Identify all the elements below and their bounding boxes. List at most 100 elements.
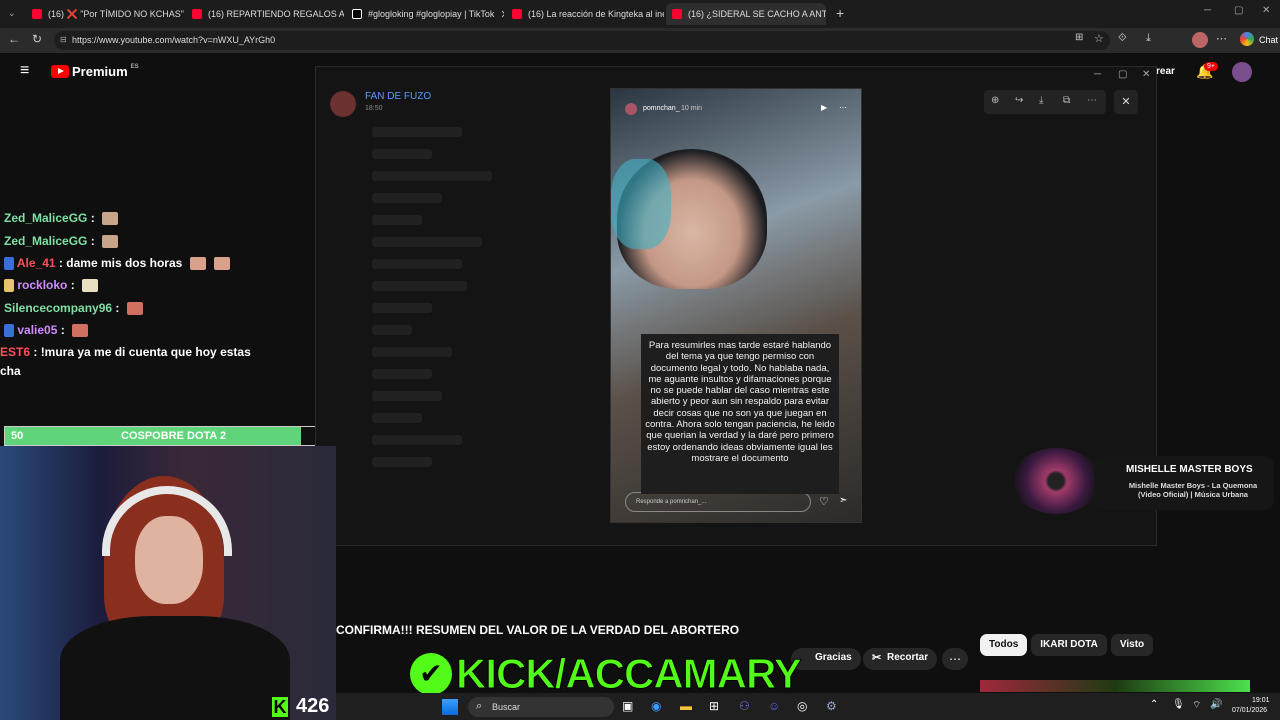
discord-username[interactable]: FAN DE FUZO [365, 91, 431, 102]
webcam-feed [0, 446, 336, 720]
badge-icon [4, 257, 14, 271]
tab-label: (16) ¿SIDERAL SE CACHO A ANTO [688, 9, 826, 19]
site-info-icon[interactable]: ⊟ [60, 35, 67, 44]
discord-close-icon[interactable]: ✕ [1142, 69, 1150, 80]
windows-start-icon[interactable] [442, 699, 458, 715]
tab-label: #glogloking #gloglopiay | TikTok [368, 9, 495, 19]
microphone-icon[interactable]: 🎙 [1172, 699, 1185, 710]
tray-chevron-icon[interactable]: ⌃ [1150, 699, 1158, 710]
tab-list-chevron-icon[interactable]: ⌄ [8, 8, 16, 19]
open-external-icon[interactable]: ⧉ [1063, 95, 1070, 106]
search-icon: ⌕ [476, 700, 483, 712]
logo-text: Premium [72, 64, 128, 79]
video-thumbnail-strip [980, 680, 1250, 692]
heart-icon: ♡ [819, 496, 829, 508]
reload-icon[interactable]: ↻ [32, 32, 42, 46]
thanks-button[interactable]: Gracias [791, 648, 861, 670]
hamburger-menu-icon[interactable]: ≡ [20, 62, 29, 80]
back-icon[interactable]: ← [8, 32, 20, 46]
steam-icon[interactable]: ⚙ [826, 699, 837, 713]
scissors-icon: ✂ [872, 652, 882, 664]
discord-icon[interactable]: ☺ [768, 699, 780, 713]
send-icon: ➣ [839, 495, 848, 506]
chip-ikari-dota[interactable]: IKARI DOTA [1031, 634, 1107, 656]
minimize-icon[interactable]: ─ [1204, 5, 1211, 16]
streamer-hoodie [60, 616, 290, 720]
youtube-favicon-icon [32, 9, 42, 19]
tab-5-active[interactable]: (16) ¿SIDERAL SE CACHO A ANTO✕ [666, 3, 826, 25]
cat-emote-icon [102, 212, 119, 226]
downloads-icon[interactable]: ⤓ [1146, 32, 1151, 45]
task-view-icon[interactable]: ▣ [622, 699, 633, 713]
youtube-favicon-icon [192, 9, 202, 19]
poll-left-value: 50 [11, 430, 24, 442]
chat-message-continued: cha [0, 364, 21, 378]
zoom-icon[interactable]: ⊕ [991, 95, 999, 106]
install-app-icon[interactable]: ⊞ [1075, 32, 1083, 43]
chat-message: EST6 : !mura ya me di cuenta que hoy est… [0, 345, 251, 359]
chat-button[interactable]: Chat [1259, 35, 1278, 45]
more-actions-icon[interactable]: ⋯ [942, 648, 968, 670]
new-tab-icon[interactable]: + [836, 5, 844, 21]
chat-message: Silencecompany96 : [4, 301, 143, 316]
teams-icon[interactable]: ⚇ [739, 699, 750, 713]
obs-icon[interactable]: ◎ [797, 699, 807, 713]
close-tab-icon[interactable]: ✕ [494, 8, 504, 21]
clock-date[interactable]: 07/01/2026 [1232, 707, 1267, 714]
close-viewer-icon[interactable]: ✕ [1114, 90, 1138, 114]
tab-3[interactable]: #glogloking #gloglopiay | TikTok✕ [346, 3, 504, 25]
youtube-favicon-icon [672, 9, 682, 19]
poll-bar: 50 COSPOBRE DOTA 2 60 [4, 426, 358, 446]
discord-maximize-icon[interactable]: ▢ [1118, 69, 1127, 80]
emote-icon [72, 324, 89, 338]
chip-watched[interactable]: Visto [1110, 634, 1154, 656]
story-age: 10 min [681, 105, 703, 112]
more-options-icon[interactable]: ⋯ [1087, 95, 1097, 106]
menu-dots-icon[interactable]: ⋯ [1216, 32, 1227, 45]
tab-label: (16) ❌ "Por TÍMIDO NO KCHAS" [48, 8, 184, 19]
wifi-icon[interactable]: ⌔ [1192, 699, 1201, 712]
discord-minimize-icon[interactable]: ─ [1094, 69, 1101, 80]
edge-icon[interactable]: ◉ [651, 699, 661, 713]
youtube-play-icon [51, 65, 69, 78]
follower-count: 426 [296, 695, 330, 717]
recommendation-chips: Todos IKARI DOTA Visto [980, 634, 1157, 658]
file-explorer-icon[interactable]: ▬ [680, 699, 692, 713]
store-icon[interactable]: ⊞ [709, 699, 719, 713]
hand-emote-icon [214, 257, 231, 271]
download-icon[interactable]: ⤓ [1039, 95, 1043, 106]
youtube-premium-logo[interactable]: Premium ES [51, 64, 139, 79]
chat-message: Ale_41 : dame mis dos horas [4, 256, 231, 271]
address-bar[interactable]: https://www.youtube.com/watch?v=nWXU_AYr… [54, 31, 1110, 50]
poll-label: COSPOBRE DOTA 2 [121, 430, 227, 442]
create-button[interactable]: rear [1156, 66, 1175, 77]
copilot-icon[interactable] [1240, 32, 1254, 46]
profile-avatar[interactable] [1192, 32, 1208, 48]
message-time: 18:50 [365, 105, 383, 112]
taskbar-search[interactable]: ⌕ Buscar [468, 697, 614, 717]
forward-icon[interactable]: ↪ [1015, 95, 1023, 106]
account-avatar[interactable] [1232, 62, 1252, 82]
chip-all[interactable]: Todos [980, 634, 1028, 656]
badge-icon [4, 279, 14, 293]
close-window-icon[interactable]: ✕ [1262, 5, 1270, 16]
user-avatar[interactable] [330, 91, 356, 117]
story-more-icon: ⋯ [839, 103, 847, 112]
clip-button[interactable]: ✂ Recortar [863, 648, 938, 670]
tab-label: (16) REPARTIENDO REGALOS A SUS [208, 9, 344, 19]
chat-message: rockloko : [4, 278, 99, 293]
notification-badge: 9+ [1204, 62, 1218, 71]
discord-sidebar-dimmed [332, 115, 544, 535]
extensions-icon[interactable]: ⟐ [1118, 32, 1127, 45]
bookmark-star-icon[interactable]: ☆ [1094, 32, 1104, 45]
maximize-icon[interactable]: ▢ [1234, 5, 1243, 16]
tab-2[interactable]: (16) REPARTIENDO REGALOS A SUS✕ [186, 3, 344, 25]
clock-time[interactable]: 19:01 [1252, 697, 1270, 704]
volume-icon[interactable]: 🔊 [1210, 699, 1222, 710]
tab-1[interactable]: (16) ❌ "Por TÍMIDO NO KCHAS"✕ [26, 3, 184, 25]
chat-message: Zed_MaliceGG : [4, 234, 119, 249]
tab-4[interactable]: (16) La reacción de Kingteka al ine✕ [506, 3, 664, 25]
story-play-icon: ▶ [821, 103, 828, 112]
story-reply-field: Responde a pomnchan_... [625, 492, 811, 512]
chat-message: Zed_MaliceGG : [4, 211, 119, 226]
